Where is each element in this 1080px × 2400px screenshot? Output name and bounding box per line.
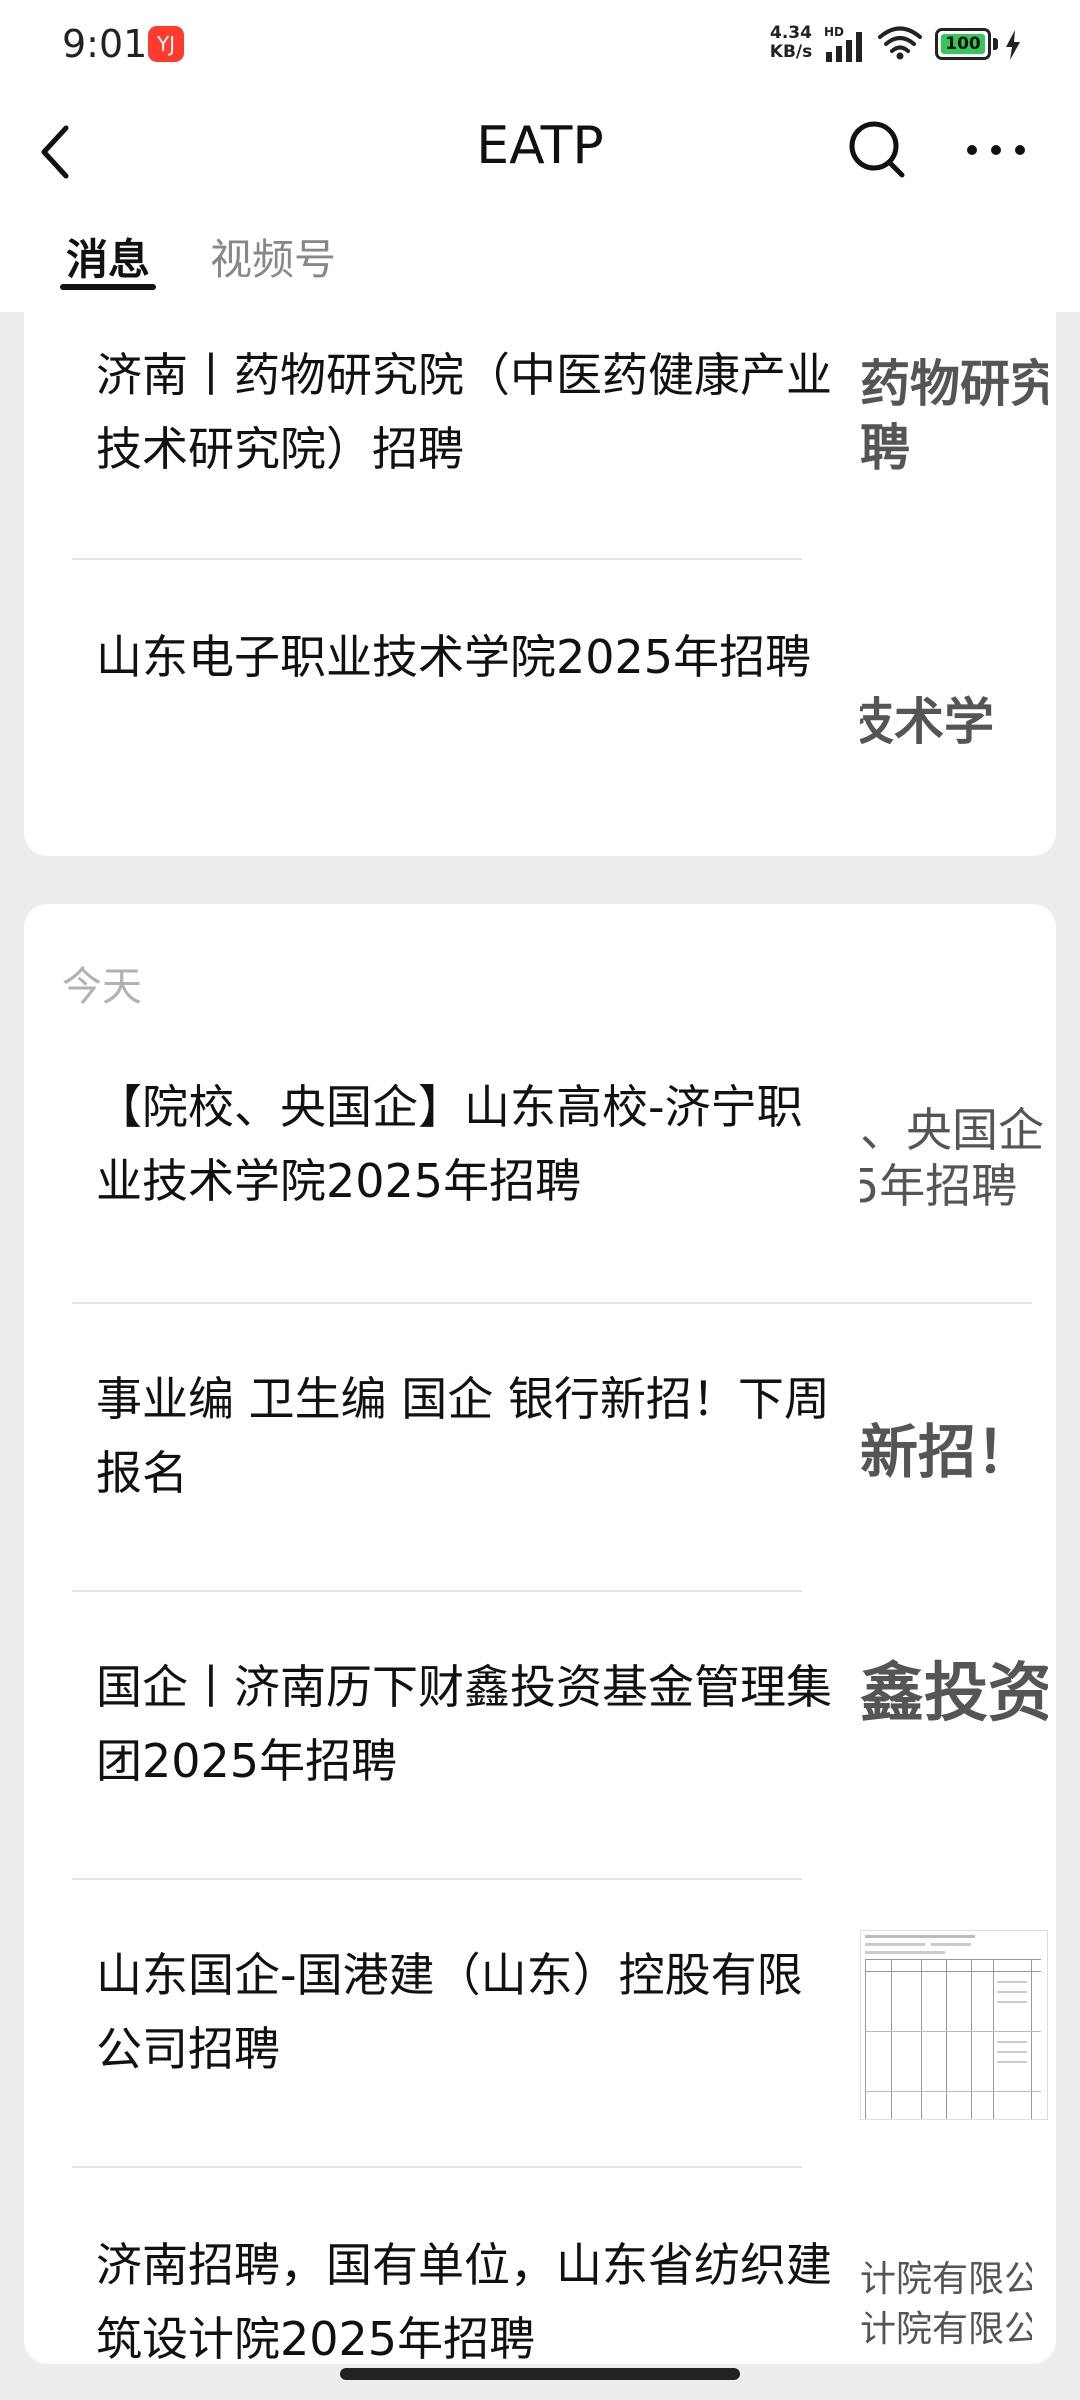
article-item[interactable]: 济南招聘，国有单位，山东省纺织建筑设计院2025年招聘 计院有限公司 计院有限公… (72, 2228, 1032, 2364)
charging-icon (1006, 30, 1020, 60)
article-item[interactable]: 济南丨药物研究院（中医药健康产业技术研究院）招聘 药物研究 聘 (72, 338, 1048, 518)
article-title: 山东电子职业技术学院2025年招聘 (96, 630, 812, 684)
more-button[interactable] (956, 110, 1036, 190)
article-thumbnail (860, 1930, 1048, 2120)
article-thumbnail: 药物研究 聘 (860, 346, 1048, 506)
article-title: 国企丨济南历下财鑫投资基金管理集团2025年招聘 (96, 1660, 832, 1788)
article-title: 山东国企-国港建（山东）控股有限公司招聘 (96, 1948, 803, 2076)
status-time: 9:01 (62, 22, 148, 66)
divider (72, 1590, 802, 1592)
thumbnail-text: 新招！ (860, 1418, 1035, 1486)
article-item[interactable]: 【院校、央国企】山东高校-济宁职业技术学院2025年招聘 、央国企 5年招聘 (72, 1070, 1048, 1250)
network-speed-value: 4.34 (770, 23, 812, 43)
app-notification-icon: YJ (148, 26, 184, 62)
article-title: 事业编 卫生编 国企 银行新招！下周报名 (96, 1372, 830, 1500)
thumbnail-text: 鑫投资 (860, 1657, 1048, 1731)
network-speed: 4.34 KB/s (763, 24, 819, 62)
tab-messages[interactable]: 消息 (66, 226, 150, 287)
signal-icon: HD (824, 25, 862, 62)
network-type-label: HD (824, 25, 844, 39)
battery-icon: 100 (935, 28, 991, 60)
article-thumbnail: 新招！ (860, 1370, 1048, 1530)
page-title: EATP (476, 116, 604, 176)
thumbnail-text: 药物研究 (860, 355, 1048, 413)
home-indicator[interactable] (340, 2368, 740, 2380)
article-title: 【院校、央国企】山东高校-济宁职业技术学院2025年招聘 (96, 1080, 803, 1208)
thumbnail-text: 聘 (860, 419, 910, 477)
back-arrow-icon (41, 125, 69, 179)
thumbnail-text: 计院有限公司 (860, 2309, 1032, 2350)
article-thumbnail: 技术学 (860, 640, 1048, 800)
article-thumbnail: 、央国企 5年招聘 (860, 1078, 1048, 1238)
article-thumbnail: 鑫投资 (860, 1650, 1048, 1810)
article-title: 济南丨药物研究院（中医药健康产业技术研究院）招聘 (96, 348, 832, 476)
network-speed-unit: KB/s (769, 42, 813, 62)
divider (72, 558, 802, 560)
thumbnail-text: 、央国企 (860, 1103, 1044, 1157)
article-item[interactable]: 山东电子职业技术学院2025年招聘 技术学 (72, 620, 1048, 800)
divider (72, 1878, 802, 1880)
more-dots-icon (967, 145, 1025, 155)
article-item[interactable]: 国企丨济南历下财鑫投资基金管理集团2025年招聘 鑫投资 (72, 1650, 1048, 1830)
battery-tip (993, 38, 998, 50)
article-item[interactable]: 事业编 卫生编 国企 银行新招！下周报名 新招！ (72, 1362, 1048, 1542)
divider (72, 1302, 1032, 1304)
document-preview-icon (865, 1935, 1041, 2119)
battery-level: 100 (941, 34, 985, 54)
search-icon (849, 121, 905, 178)
article-card: 今天 【院校、央国企】山东高校-济宁职业技术学院2025年招聘 、央国企 5年招… (24, 904, 1056, 2364)
divider (72, 2166, 802, 2168)
article-thumbnail: 计院有限公司 计院有限公司 (860, 2248, 1032, 2364)
tab-channels[interactable]: 视频号 (210, 226, 336, 287)
back-button[interactable] (30, 112, 100, 192)
search-button[interactable] (840, 110, 916, 190)
article-item[interactable]: 山东国企-国港建（山东）控股有限公司招聘 (72, 1930, 1048, 2120)
title-bar: EATP (0, 92, 1080, 212)
thumbnail-text: 5年招聘 (860, 1159, 1018, 1213)
wifi-icon (878, 26, 922, 60)
article-card: 济南丨药物研究院（中医药健康产业技术研究院）招聘 药物研究 聘 山东电子职业技术… (24, 290, 1056, 856)
article-title: 济南招聘，国有单位，山东省纺织建筑设计院2025年招聘 (96, 2238, 832, 2364)
thumbnail-text: 技术学 (860, 693, 994, 751)
status-bar: 9:01 YJ 4.34 KB/s HD 100 (0, 0, 1080, 92)
date-label: 今天 (62, 964, 142, 1010)
